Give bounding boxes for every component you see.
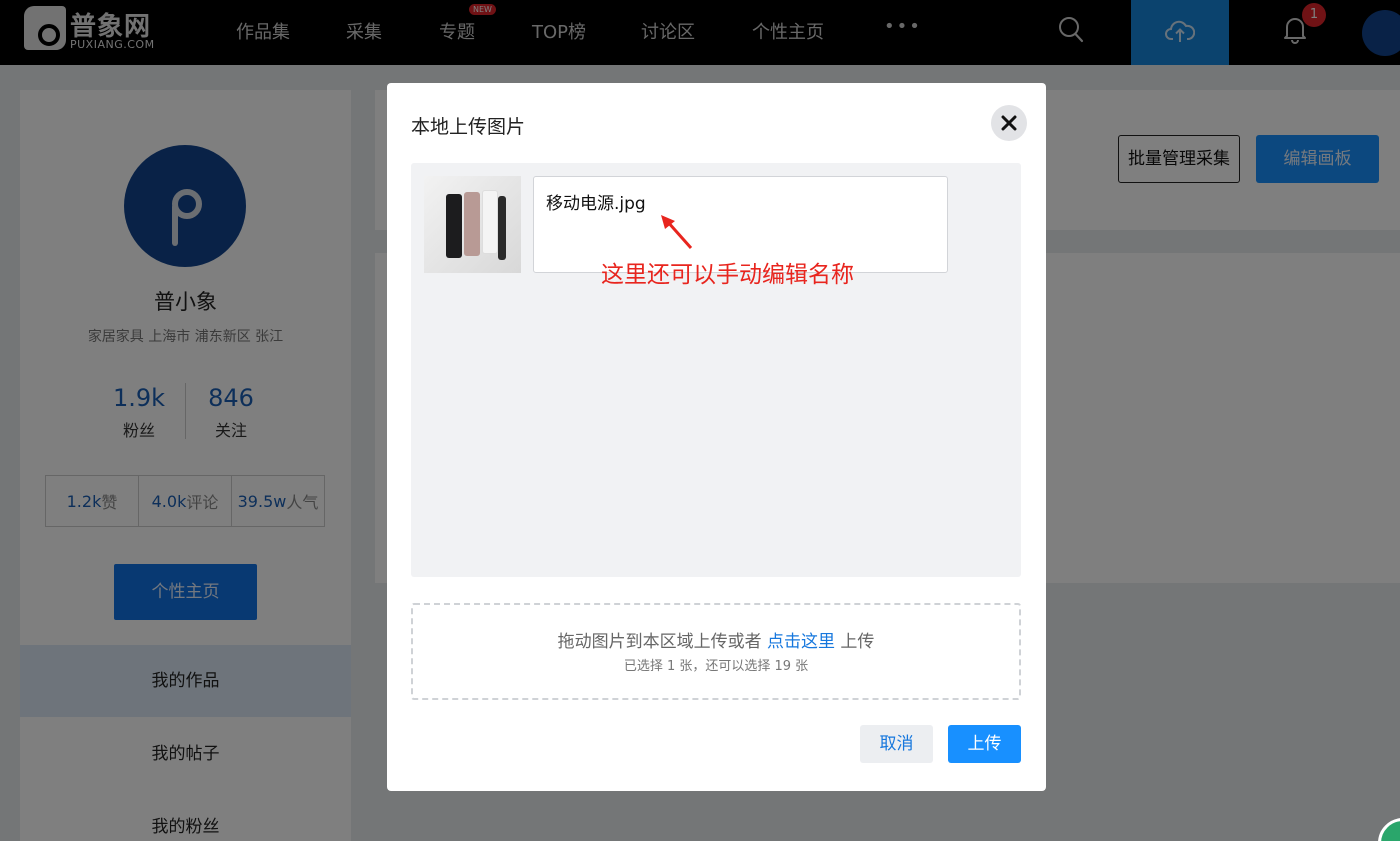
- upload-dialog: 本地上传图片 移动电源.jpg 这里还可以手动编辑名称 拖动图片到本区域上传或者…: [387, 83, 1046, 791]
- drop-zone[interactable]: 拖动图片到本区域上传或者 点击这里 上传 已选择 1 张，还可以选择 19 张: [411, 603, 1021, 700]
- drop-text: 拖动图片到本区域上传或者: [557, 632, 762, 652]
- thumbnail-item: [498, 196, 506, 260]
- dialog-title: 本地上传图片: [411, 116, 526, 138]
- annotation-arrow-icon: [661, 215, 693, 249]
- close-icon: [1001, 115, 1017, 131]
- selection-info: 已选择 1 张，还可以选择 19 张: [623, 659, 809, 674]
- drop-suffix: 上传: [840, 632, 875, 652]
- annotation-text: 这里还可以手动编辑名称: [601, 262, 854, 288]
- thumbnail-item: [464, 192, 480, 256]
- thumbnail-item: [482, 190, 498, 254]
- image-thumbnail: [424, 176, 521, 273]
- cancel-button[interactable]: 取消: [860, 725, 933, 763]
- thumbnail-item: [446, 194, 462, 258]
- selected-files-area: 移动电源.jpg 这里还可以手动编辑名称: [411, 163, 1021, 577]
- click-here-link[interactable]: 点击这里: [767, 632, 835, 652]
- close-button[interactable]: [991, 105, 1027, 141]
- drop-instructions: 拖动图片到本区域上传或者 点击这里 上传: [413, 627, 1019, 652]
- submit-upload-button[interactable]: 上传: [948, 725, 1021, 763]
